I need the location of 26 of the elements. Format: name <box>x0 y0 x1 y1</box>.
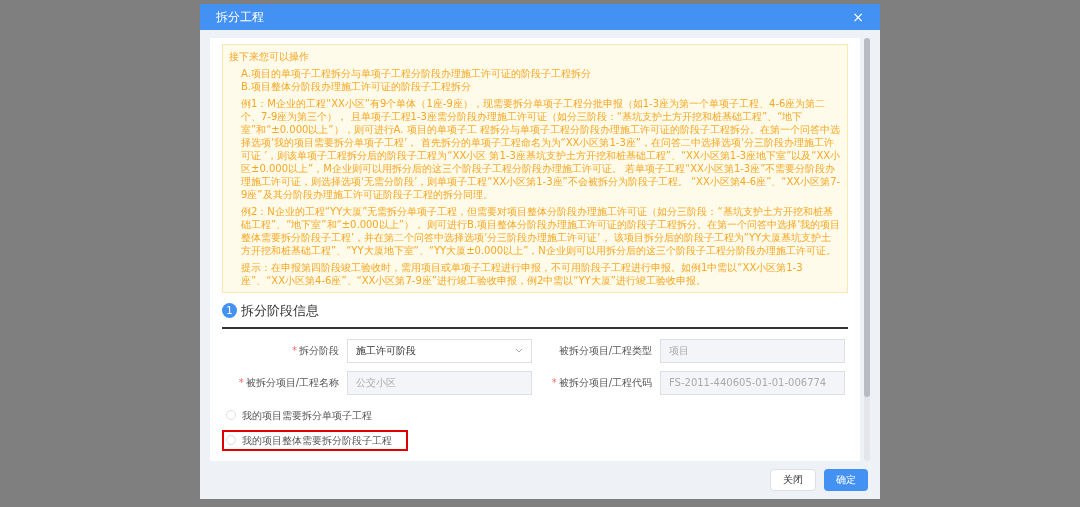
field-label: 被拆分项目/工程代码 <box>558 376 652 390</box>
close-dialog-button[interactable]: 关闭 <box>770 468 816 491</box>
scrollbar[interactable] <box>864 38 870 461</box>
checkbox[interactable] <box>226 435 236 445</box>
field-label: 拆分阶段 <box>299 344 339 358</box>
confirm-button[interactable]: 确定 <box>824 468 868 491</box>
dialog-title: 拆分工程 <box>216 9 264 26</box>
checkbox-option[interactable]: 我的项目整体需要拆分阶段子工程 <box>226 432 392 448</box>
section-title: 拆分阶段信息 <box>241 302 319 320</box>
notice-option: B.项目整体分阶段办理施工许可证的阶段子工程拆分 <box>241 80 841 93</box>
checkbox-option[interactable]: 我的项目需要拆分单项子工程 <box>226 407 372 423</box>
notice-paragraph: 例1：M企业的工程“XX小区”有9个单体（1座-9座），现需要拆分单项子工程分批申报（如1-3座为第一个单项子工程、4-6座为第二个、7-9座为第三个）， 且单项子工程1-3座需分阶段办理施工许可证（如分三阶段：“基坑支护土方开挖和桩基础工程”、“地下室”和“±0.000以上”），则可进行A. 项目的单项子工 程拆分与单项子工程分阶段办理施工许可证的阶段子工程拆分。在第一个问答中选择选项‘我的项目需要拆分单项子工程’， 首先拆分的单项子工程命名为为“XX小区第1-3座”，在问答二中选择选项‘分三阶段办理施工许可证 ’，则该单项子工程拆分后的阶段子工程为“XX小区 第1-3座基坑支护土方开挖和桩基础工程”、“XX小区第1-3座地下室”以及“XX小区±0.000以上”，M企业则可以用拆分后的这三个阶段子工程分阶段办理施工许可证。 若单项子工程“XX小区第1-3座”不需要分阶段办理施工许可证，则选择选项‘无需分阶段’，则单项子工程“XX小区第1-3座”不会被拆分为阶段子工程。 “XX小区第4-6座”、“XX小区第7-9座”及其分阶段办理施工许可证阶段子工程的拆分同理。 <box>240 97 841 201</box>
stage-select[interactable]: 施工许可阶段 <box>347 338 532 363</box>
required-mark: * <box>551 376 557 390</box>
notice-paragraph: 例2：N企业的工程“YY大厦”无需拆分单项子工程，但需要对项目整体分阶段办理施工许可证（如分三阶段：“基坑支护土方开挖和桩基础工程”、“地下室”和“±0.000以上”）， 则可进行B.项目整体分阶段办理施工许可证的阶段子工程拆分。在第一个问答中选择‘我的项目整体需要拆分阶段子工程’，并在第二个问答中选择选项‘分三阶段办理施工许可证’， 该项目拆分后的阶段子工程为“YY大厦基坑支护土方开挖和桩基础工程”、“YY大厦地下室”、“YY大厦±0.000以上”，N企业则可以用拆分后的这三个阶段子工程分阶段办理施工许可证。 <box>240 205 841 257</box>
field-label: 被拆分项目/工程名称 <box>245 376 339 390</box>
notice-option: A.项目的单项子工程拆分与单项子工程分阶段办理施工许可证的阶段子工程拆分 <box>241 67 841 80</box>
step-number-badge: 1 <box>222 303 237 319</box>
close-button[interactable]: × <box>852 10 864 24</box>
required-mark: * <box>238 376 244 390</box>
checkbox[interactable] <box>226 410 236 420</box>
notice-heading: 接下来您可以操作 <box>229 50 310 63</box>
field-label: 被拆分项目/工程类型 <box>558 344 652 358</box>
chevron-down-icon <box>515 348 523 353</box>
notice-paragraph: 提示：在申报第四阶段竣工验收时，需用项目或单项子工程进行申报，不可用阶段子工程进行申报。如例1中需以“XX小区第1-3座”、“XX小区第4-6座”、“XX小区第7-9座”进行竣工验收申报，例2中需以“YY大厦”进行竣工验收申报。 <box>240 261 804 287</box>
required-mark: * <box>292 344 297 358</box>
